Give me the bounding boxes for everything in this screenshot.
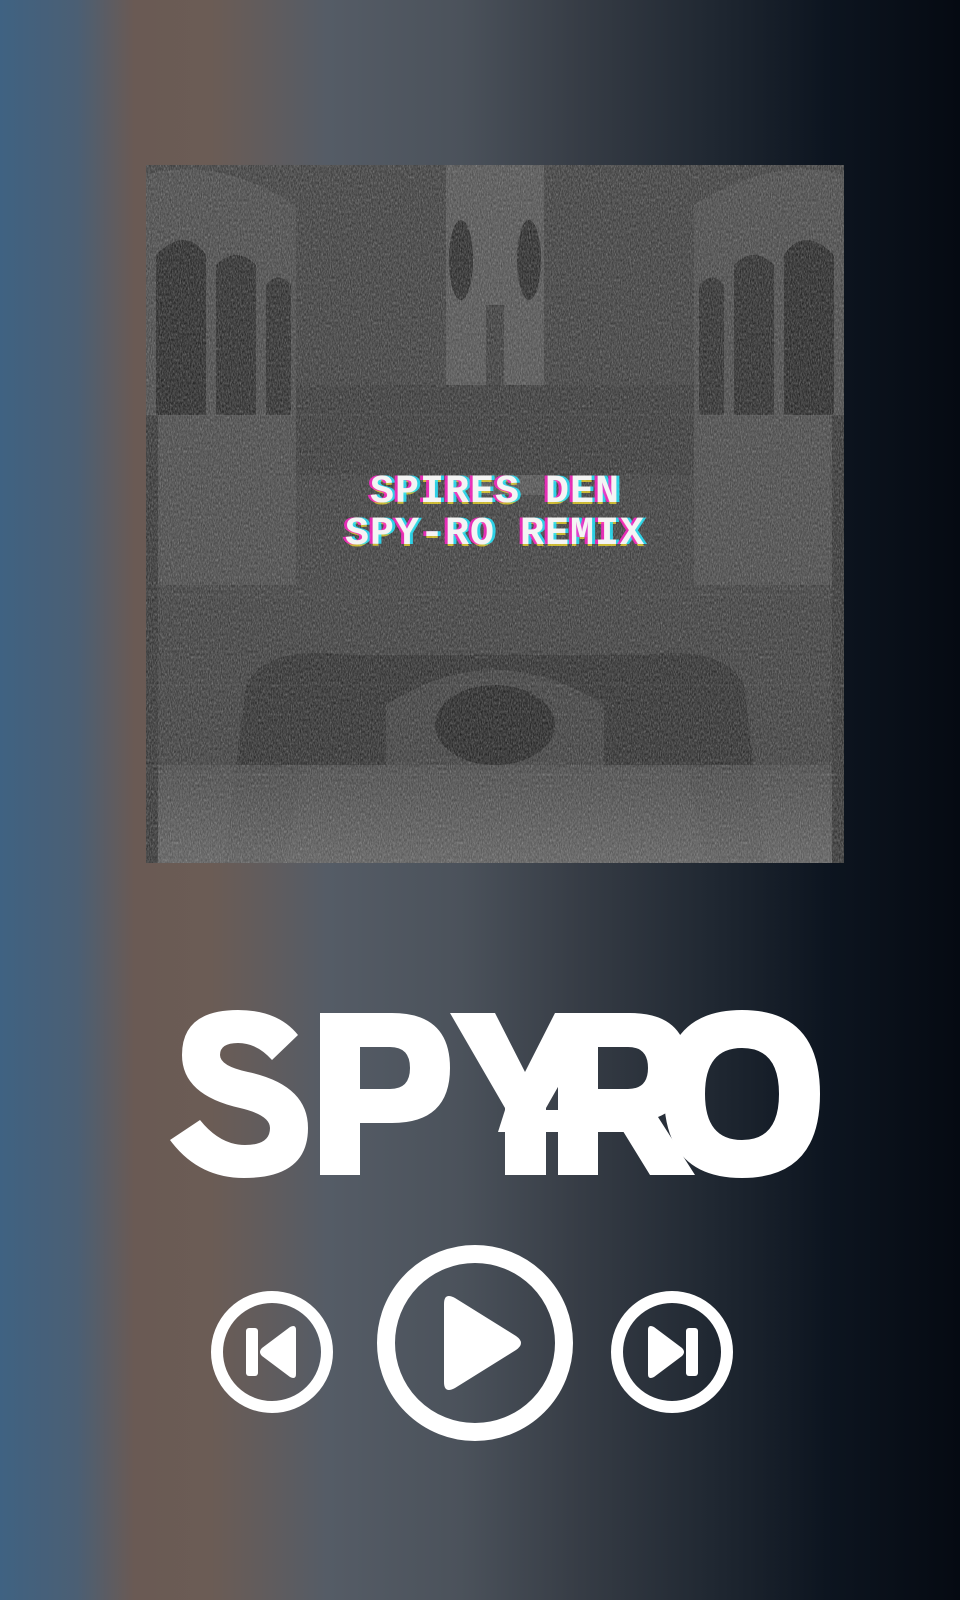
skip-previous-icon xyxy=(211,1291,333,1413)
cover-title-line-1: SPIRES DEN xyxy=(369,470,621,515)
spyro-logo xyxy=(170,1010,820,1178)
previous-button[interactable] xyxy=(210,1290,334,1414)
skip-next-icon xyxy=(611,1291,733,1413)
album-cover: SPIRES DEN SPY-RO REMIX xyxy=(146,165,844,863)
play-icon xyxy=(377,1245,573,1441)
play-button[interactable] xyxy=(376,1244,574,1442)
cover-title-line-2: SPY-RO REMIX xyxy=(344,512,646,557)
next-button[interactable] xyxy=(610,1290,734,1414)
